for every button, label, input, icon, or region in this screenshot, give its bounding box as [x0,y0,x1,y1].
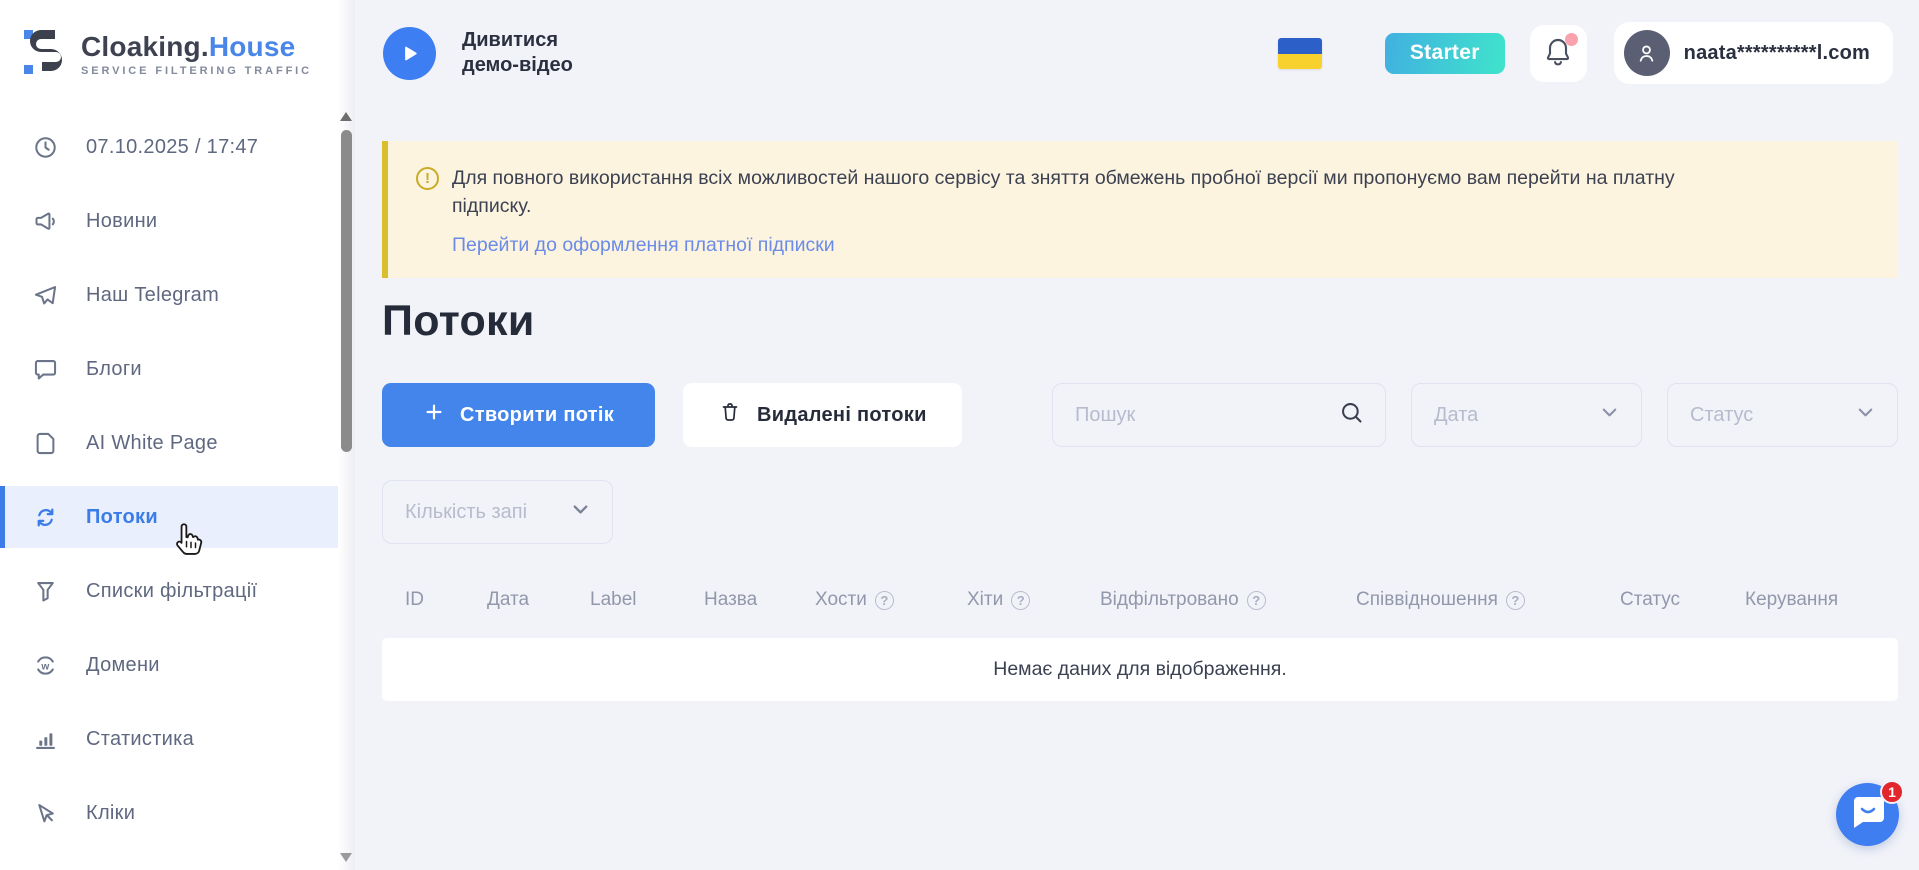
user-email: naata**********l.com [1684,42,1870,65]
sidebar-item-label: AI White Page [86,432,218,455]
sidebar-item-telegram[interactable]: Наш Telegram [0,264,338,326]
brand-logo[interactable]: Cloaking.House SERVICE FILTERING TRAFFIC [24,26,312,83]
table-empty-state: Немає даних для відображення. [382,638,1898,701]
main-content: Дивитися демо-відео Starter naata*******… [355,0,1919,870]
sidebar-item-streams[interactable]: Потоки [0,486,338,548]
per-page-select[interactable]: Кількість запі [382,480,613,544]
brand-tagline: SERVICE FILTERING TRAFFIC [81,65,312,77]
column-header-actions: Керування [1745,589,1838,611]
megaphone-icon [32,208,59,235]
date-filter-select[interactable]: Дата [1411,383,1642,447]
chevron-down-icon [569,498,592,527]
sidebar-item-blogs[interactable]: Блоги [0,338,338,400]
sidebar-item-datetime: 07.10.2025 / 17:47 [0,116,338,178]
brand-name: Cloaking.House [81,32,312,62]
column-header-name: Назва [704,589,815,611]
column-header-hosts: Хости? [815,589,967,611]
status-filter-select[interactable]: Статус [1667,383,1898,447]
search-icon[interactable] [1338,399,1365,431]
column-header-status: Статус [1620,589,1745,611]
brand-logo-icon [24,26,68,83]
toolbar: Створити потік Видалені потоки Дата Стат… [382,383,1898,447]
play-icon[interactable] [383,27,436,80]
scrollbar-thumb[interactable] [341,130,352,452]
sync-icon [32,504,59,531]
bar-chart-icon [32,726,59,753]
sidebar-item-news[interactable]: Новини [0,190,338,252]
help-icon[interactable]: ? [1506,591,1525,610]
scrollbar-up-arrow[interactable] [340,112,352,121]
plan-badge[interactable]: Starter [1385,33,1505,74]
language-flag-ukraine[interactable] [1278,38,1322,69]
empty-message: Немає даних для відображення. [993,658,1287,681]
column-header-ratio: Співвідношення? [1356,589,1620,611]
user-menu[interactable]: naata**********l.com [1614,22,1893,84]
search-field[interactable] [1052,383,1386,447]
chat-unread-badge: 1 [1880,780,1904,804]
sidebar: Cloaking.House SERVICE FILTERING TRAFFIC… [0,0,355,870]
demo-video-button[interactable]: Дивитися демо-відео [383,27,573,80]
sidebar-item-domains[interactable]: w Домени [0,634,338,696]
help-icon[interactable]: ? [1247,591,1266,610]
sidebar-item-label: Списки фільтрації [86,580,257,603]
banner-message: Для повного використання всіх можливосте… [452,164,1675,220]
sidebar-item-label: Статистика [86,728,194,751]
cursor-icon [32,800,59,827]
sidebar-item-label: Наш Telegram [86,284,219,307]
scrollbar-down-arrow[interactable] [340,853,352,862]
upgrade-subscription-link[interactable]: Перейти до оформлення платної підписки [452,234,835,257]
sidebar-item-clicks[interactable]: Кліки [0,782,338,844]
notification-dot [1565,33,1578,46]
sidebar-item-filter-lists[interactable]: Списки фільтрації [0,560,338,622]
column-header-id: ID [405,589,487,611]
topbar-right: Starter naata**********l.com [1278,22,1893,84]
column-header-date: Дата [487,589,590,611]
warning-icon: ! [416,167,439,190]
demo-video-label: Дивитися демо-відео [462,28,573,78]
sidebar-item-label: Домени [86,654,160,677]
topbar: Дивитися демо-відео Starter naata*******… [355,0,1919,106]
chat-bubble-smile-icon [1850,795,1886,834]
search-input[interactable] [1075,404,1338,427]
column-header-hits: Хіти? [967,589,1100,611]
chat-bubble-icon [32,356,59,383]
sidebar-scrollbar[interactable] [338,0,355,870]
page-title: Потоки [382,297,535,346]
trash-icon [718,400,742,430]
globe-w-icon: w [32,652,59,679]
help-icon[interactable]: ? [875,591,894,610]
sidebar-nav: 07.10.2025 / 17:47 Новини Наш Telegram Б… [0,116,338,856]
help-icon[interactable]: ? [1011,591,1030,610]
create-stream-button[interactable]: Створити потік [382,383,655,447]
notifications-button[interactable] [1530,25,1587,82]
sidebar-item-ai-white-page[interactable]: AI White Page [0,412,338,474]
column-header-label: Label [590,589,704,611]
sidebar-item-label: Новини [86,210,157,233]
chevron-down-icon [1854,401,1877,430]
plus-icon [423,401,445,429]
svg-text:w: w [40,661,49,672]
clock-icon [32,134,59,161]
chat-widget-button[interactable]: 1 [1836,783,1899,846]
page-icon [32,430,59,457]
chevron-down-icon [1598,401,1621,430]
avatar [1624,30,1670,76]
sidebar-item-label: 07.10.2025 / 17:47 [86,136,258,159]
sidebar-item-label: Кліки [86,802,135,825]
sidebar-item-label: Потоки [86,506,158,529]
funnel-icon [32,578,59,605]
sidebar-item-statistics[interactable]: Статистика [0,708,338,770]
column-header-filtered: Відфільтровано? [1100,589,1356,611]
trial-warning-banner: ! Для повного використання всіх можливос… [382,141,1898,278]
deleted-streams-button[interactable]: Видалені потоки [683,383,962,447]
toolbar-secondary: Кількість запі [382,480,613,544]
table-header: ID Дата Label Назва Хости? Хіти? Відфіль… [382,575,1898,625]
telegram-icon [32,282,59,309]
sidebar-item-label: Блоги [86,358,142,381]
